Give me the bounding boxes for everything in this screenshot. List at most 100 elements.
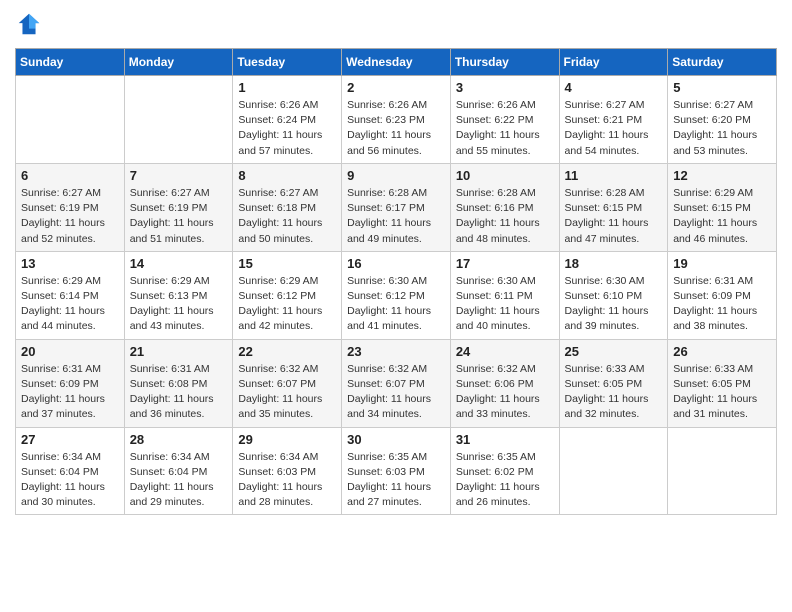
day-number: 3 — [456, 80, 554, 95]
day-info-text: Sunrise: 6:27 AM Sunset: 6:21 PM Dayligh… — [565, 98, 663, 159]
day-info-text: Sunrise: 6:30 AM Sunset: 6:12 PM Dayligh… — [347, 274, 445, 335]
calendar-week-row: 27 Sunrise: 6:34 AM Sunset: 6:04 PM Dayli… — [16, 427, 777, 515]
day-number: 22 — [238, 344, 336, 359]
day-number: 21 — [130, 344, 228, 359]
calendar-week-row: 13Sunrise: 6:29 AM Sunset: 6:14 PM Dayli… — [16, 251, 777, 339]
calendar-day-cell: 20 Sunrise: 6:31 AM Sunset: 6:09 PM Dayli… — [16, 339, 125, 427]
calendar-day-cell — [559, 427, 668, 515]
day-info-text: Sunrise: 6:35 AM Sunset: 6:03 PM Dayligh… — [347, 450, 445, 511]
day-number: 30 — [347, 432, 445, 447]
day-number: 9 — [347, 168, 445, 183]
calendar-day-cell: 18 Sunrise: 6:30 AM Sunset: 6:10 PM Dayli… — [559, 251, 668, 339]
day-info-text: Sunrise: 6:32 AM Sunset: 6:07 PM Dayligh… — [347, 362, 445, 423]
calendar-day-cell: 14 Sunrise: 6:29 AM Sunset: 6:13 PM Dayli… — [124, 251, 233, 339]
day-info-text: Sunrise: 6:33 AM Sunset: 6:05 PM Dayligh… — [673, 362, 771, 423]
calendar-day-cell: 28Sunrise: 6:34 AM Sunset: 6:04 PM Dayli… — [124, 427, 233, 515]
day-number: 2 — [347, 80, 445, 95]
day-info-text: Sunrise: 6:29 AM Sunset: 6:15 PM Dayligh… — [673, 186, 771, 247]
day-number: 31 — [456, 432, 554, 447]
day-number: 19 — [673, 256, 771, 271]
calendar-day-cell: 8Sunrise: 6:27 AM Sunset: 6:18 PM Daylig… — [233, 163, 342, 251]
day-info-text: Sunrise: 6:32 AM Sunset: 6:06 PM Dayligh… — [456, 362, 554, 423]
day-number: 25 — [565, 344, 663, 359]
calendar-day-cell: 22 Sunrise: 6:32 AM Sunset: 6:07 PM Dayli… — [233, 339, 342, 427]
day-info-text: Sunrise: 6:31 AM Sunset: 6:08 PM Dayligh… — [130, 362, 228, 423]
day-number: 26 — [673, 344, 771, 359]
day-number: 17 — [456, 256, 554, 271]
calendar-day-cell — [124, 76, 233, 164]
calendar-day-header: Tuesday — [233, 49, 342, 76]
day-number: 4 — [565, 80, 663, 95]
calendar-day-cell: 9 Sunrise: 6:28 AM Sunset: 6:17 PM Daylig… — [342, 163, 451, 251]
day-number: 12 — [673, 168, 771, 183]
day-number: 13 — [21, 256, 119, 271]
day-info-text: Sunrise: 6:33 AM Sunset: 6:05 PM Dayligh… — [565, 362, 663, 423]
day-number: 27 — [21, 432, 119, 447]
calendar-day-cell: 3 Sunrise: 6:26 AM Sunset: 6:22 PM Daylig… — [450, 76, 559, 164]
calendar-day-cell — [16, 76, 125, 164]
day-number: 16 — [347, 256, 445, 271]
day-info-text: Sunrise: 6:30 AM Sunset: 6:11 PM Dayligh… — [456, 274, 554, 335]
day-number: 23 — [347, 344, 445, 359]
calendar-day-cell: 21 Sunrise: 6:31 AM Sunset: 6:08 PM Dayli… — [124, 339, 233, 427]
day-info-text: Sunrise: 6:34 AM Sunset: 6:04 PM Dayligh… — [21, 450, 119, 511]
calendar-day-header: Sunday — [16, 49, 125, 76]
day-info-text: Sunrise: 6:28 AM Sunset: 6:17 PM Dayligh… — [347, 186, 445, 247]
day-info-text: Sunrise: 6:31 AM Sunset: 6:09 PM Dayligh… — [21, 362, 119, 423]
calendar-day-cell: 1 Sunrise: 6:26 AM Sunset: 6:24 PM Daylig… — [233, 76, 342, 164]
day-info-text: Sunrise: 6:28 AM Sunset: 6:16 PM Dayligh… — [456, 186, 554, 247]
calendar-day-cell: 16 Sunrise: 6:30 AM Sunset: 6:12 PM Dayli… — [342, 251, 451, 339]
calendar-day-cell: 26 Sunrise: 6:33 AM Sunset: 6:05 PM Dayli… — [668, 339, 777, 427]
calendar-day-cell: 23 Sunrise: 6:32 AM Sunset: 6:07 PM Dayli… — [342, 339, 451, 427]
day-info-text: Sunrise: 6:26 AM Sunset: 6:24 PM Dayligh… — [238, 98, 336, 159]
day-info-text: Sunrise: 6:31 AM Sunset: 6:09 PM Dayligh… — [673, 274, 771, 335]
day-number: 14 — [130, 256, 228, 271]
calendar-day-cell: 25 Sunrise: 6:33 AM Sunset: 6:05 PM Dayli… — [559, 339, 668, 427]
day-number: 29 — [238, 432, 336, 447]
calendar-day-header: Wednesday — [342, 49, 451, 76]
calendar-day-cell: 19 Sunrise: 6:31 AM Sunset: 6:09 PM Dayli… — [668, 251, 777, 339]
calendar-body: 1 Sunrise: 6:26 AM Sunset: 6:24 PM Daylig… — [16, 76, 777, 515]
calendar-header: SundayMondayTuesdayWednesdayThursdayFrid… — [16, 49, 777, 76]
day-info-text: Sunrise: 6:32 AM Sunset: 6:07 PM Dayligh… — [238, 362, 336, 423]
calendar-day-cell: 27 Sunrise: 6:34 AM Sunset: 6:04 PM Dayli… — [16, 427, 125, 515]
calendar-day-cell: 13Sunrise: 6:29 AM Sunset: 6:14 PM Dayli… — [16, 251, 125, 339]
day-info-text: Sunrise: 6:28 AM Sunset: 6:15 PM Dayligh… — [565, 186, 663, 247]
calendar-day-cell: 29Sunrise: 6:34 AM Sunset: 6:03 PM Dayli… — [233, 427, 342, 515]
calendar-day-header: Friday — [559, 49, 668, 76]
calendar-day-header: Monday — [124, 49, 233, 76]
day-number: 20 — [21, 344, 119, 359]
calendar-day-cell: 12 Sunrise: 6:29 AM Sunset: 6:15 PM Dayli… — [668, 163, 777, 251]
day-number: 5 — [673, 80, 771, 95]
calendar-day-cell: 5Sunrise: 6:27 AM Sunset: 6:20 PM Daylig… — [668, 76, 777, 164]
day-info-text: Sunrise: 6:27 AM Sunset: 6:19 PM Dayligh… — [130, 186, 228, 247]
day-number: 10 — [456, 168, 554, 183]
day-info-text: Sunrise: 6:29 AM Sunset: 6:13 PM Dayligh… — [130, 274, 228, 335]
calendar-day-cell: 2 Sunrise: 6:26 AM Sunset: 6:23 PM Daylig… — [342, 76, 451, 164]
day-number: 18 — [565, 256, 663, 271]
calendar-day-cell: 7 Sunrise: 6:27 AM Sunset: 6:19 PM Daylig… — [124, 163, 233, 251]
calendar-day-cell: 24 Sunrise: 6:32 AM Sunset: 6:06 PM Dayli… — [450, 339, 559, 427]
day-number: 8 — [238, 168, 336, 183]
calendar-day-cell: 30 Sunrise: 6:35 AM Sunset: 6:03 PM Dayli… — [342, 427, 451, 515]
day-number: 1 — [238, 80, 336, 95]
calendar-day-cell: 31 Sunrise: 6:35 AM Sunset: 6:02 PM Dayli… — [450, 427, 559, 515]
day-info-text: Sunrise: 6:30 AM Sunset: 6:10 PM Dayligh… — [565, 274, 663, 335]
page-header — [15, 10, 777, 38]
calendar-day-cell: 15Sunrise: 6:29 AM Sunset: 6:12 PM Dayli… — [233, 251, 342, 339]
calendar-week-row: 1 Sunrise: 6:26 AM Sunset: 6:24 PM Daylig… — [16, 76, 777, 164]
calendar-day-cell — [668, 427, 777, 515]
calendar-day-cell: 6Sunrise: 6:27 AM Sunset: 6:19 PM Daylig… — [16, 163, 125, 251]
day-number: 6 — [21, 168, 119, 183]
calendar-table: SundayMondayTuesdayWednesdayThursdayFrid… — [15, 48, 777, 515]
logo — [15, 10, 47, 38]
calendar-week-row: 6 Sunrise: 6:27 AM Sunset: 6:19 PM Daylig… — [16, 163, 777, 251]
day-number: 7 — [130, 168, 228, 183]
calendar-day-cell: 10 Sunrise: 6:28 AM Sunset: 6:16 PM Dayli… — [450, 163, 559, 251]
day-number: 28 — [130, 432, 228, 447]
day-info-text: Sunrise: 6:26 AM Sunset: 6:22 PM Dayligh… — [456, 98, 554, 159]
day-info-text: Sunrise: 6:29 AM Sunset: 6:12 PM Dayligh… — [238, 274, 336, 335]
day-info-text: Sunrise: 6:26 AM Sunset: 6:23 PM Dayligh… — [347, 98, 445, 159]
day-info-text: Sunrise: 6:35 AM Sunset: 6:02 PM Dayligh… — [456, 450, 554, 511]
day-number: 24 — [456, 344, 554, 359]
